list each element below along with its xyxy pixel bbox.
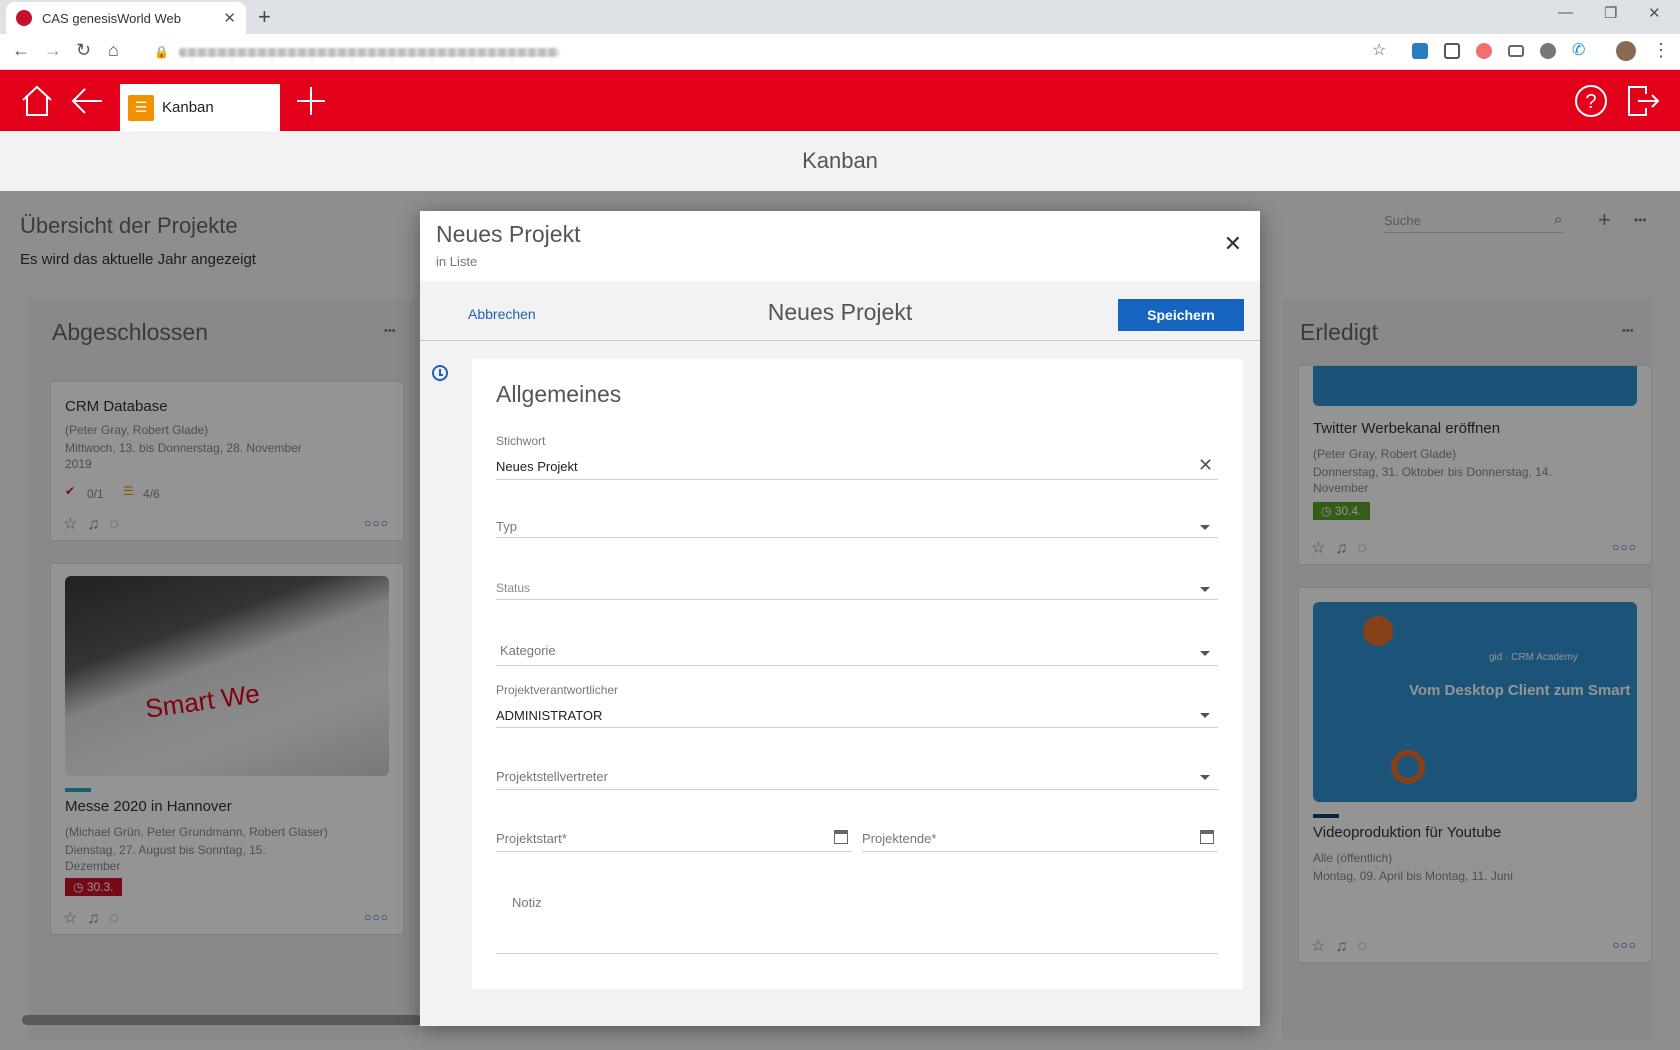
extension-icon[interactable]	[1412, 43, 1428, 59]
home-icon[interactable]	[20, 84, 54, 118]
project-form: Allgemeines Stichwort Neues Projekt ✕ Ty…	[472, 359, 1243, 989]
dialog-header: Neues Projekt in Liste ✕	[420, 211, 1260, 281]
minimize-icon[interactable]: —	[1558, 4, 1573, 21]
phone-icon[interactable]: ✆	[1572, 40, 1585, 60]
close-icon[interactable]: ✕	[1224, 231, 1242, 257]
new-project-dialog: Neues Projekt in Liste ✕ Abbrechen Neues…	[420, 211, 1260, 1026]
blurred-url	[178, 47, 559, 57]
help-icon[interactable]: ?	[1574, 84, 1608, 118]
close-window-icon[interactable]: ✕	[1648, 4, 1661, 22]
stellvertreter-select[interactable]: Projektstellvertreter	[496, 769, 608, 784]
kanban-tab[interactable]: ☰ Kanban	[120, 84, 280, 131]
browser-tab-bar: CAS genesisWorld Web ✕ + — ❐ ✕	[0, 0, 1680, 34]
chevron-down-icon[interactable]	[1200, 587, 1210, 592]
field-underline	[496, 479, 1218, 480]
typ-select[interactable]: Typ	[496, 519, 517, 534]
home-icon[interactable]: ⌂	[108, 40, 119, 61]
field-underline	[496, 537, 1218, 538]
close-tab-icon[interactable]: ✕	[223, 9, 236, 27]
section-title: Allgemeines	[496, 381, 622, 407]
projektende-input[interactable]: Projektende*	[862, 831, 936, 846]
checklist-icon: ☰	[128, 94, 154, 121]
field-underline	[496, 851, 852, 852]
extension-icon[interactable]	[1476, 43, 1492, 59]
logout-icon[interactable]	[1626, 84, 1660, 118]
dialog-subtitle: in Liste	[436, 254, 478, 269]
field-underline	[496, 599, 1218, 600]
cas-logo-icon	[16, 10, 32, 26]
chevron-down-icon[interactable]	[1200, 525, 1210, 530]
cast-icon[interactable]	[1508, 45, 1524, 57]
reload-icon[interactable]: ↻	[76, 40, 91, 61]
status-select[interactable]: Status	[496, 581, 530, 595]
field-underline	[862, 851, 1218, 852]
field-underline	[496, 789, 1218, 790]
kanban-tab-label: Kanban	[162, 99, 214, 116]
menu-icon[interactable]: ⋮	[1652, 40, 1670, 61]
screenshot-icon[interactable]	[1444, 43, 1460, 59]
stichwort-label: Stichwort	[496, 434, 546, 448]
field-underline	[496, 665, 1218, 666]
lock-icon: 🔒	[154, 45, 169, 59]
verantwortlicher-label: Projektverantwortlicher	[496, 683, 619, 697]
kategorie-select[interactable]: Kategorie	[500, 643, 556, 658]
svg-text:?: ?	[1585, 91, 1596, 113]
history-clock-icon[interactable]	[432, 365, 448, 381]
field-underline	[496, 953, 1218, 954]
restore-icon[interactable]: ❐	[1604, 4, 1617, 22]
browser-tab-title: CAS genesisWorld Web	[42, 10, 181, 26]
chevron-down-icon[interactable]	[1200, 651, 1210, 656]
add-tab-icon[interactable]	[294, 84, 328, 118]
chevron-down-icon[interactable]	[1200, 775, 1210, 780]
calendar-icon[interactable]	[834, 830, 848, 844]
projektstart-input[interactable]: Projektstart*	[496, 831, 567, 846]
address-bar[interactable]: 🔒	[140, 39, 1390, 65]
new-tab-button[interactable]: +	[258, 4, 271, 30]
dialog-title: Neues Projekt	[436, 221, 581, 247]
field-underline	[496, 727, 1218, 728]
forward-icon[interactable]: →	[44, 40, 62, 61]
app-header: ☰ Kanban ?	[0, 70, 1680, 131]
clear-icon[interactable]: ✕	[1198, 455, 1213, 476]
notiz-textarea[interactable]: Notiz	[512, 895, 542, 910]
save-button[interactable]: Speichern	[1118, 299, 1244, 331]
calendar-icon[interactable]	[1200, 830, 1214, 844]
avatar[interactable]	[1616, 41, 1636, 61]
stichwort-input[interactable]: Neues Projekt	[496, 459, 578, 474]
chevron-down-icon[interactable]	[1200, 713, 1210, 718]
browser-toolbar: ← → ↻ ⌂ 🔒 ☆ ✆ ⋮	[0, 34, 1680, 70]
extension-icon[interactable]	[1540, 43, 1556, 59]
back-icon[interactable]: ←	[12, 40, 30, 61]
verantwortlicher-select[interactable]: ADMINISTRATOR	[496, 708, 602, 723]
bookmark-star-icon[interactable]: ☆	[1372, 40, 1386, 60]
back-arrow-icon[interactable]	[70, 84, 104, 118]
browser-tab[interactable]: CAS genesisWorld Web ✕	[6, 2, 246, 34]
page-title: Kanban	[0, 131, 1680, 191]
